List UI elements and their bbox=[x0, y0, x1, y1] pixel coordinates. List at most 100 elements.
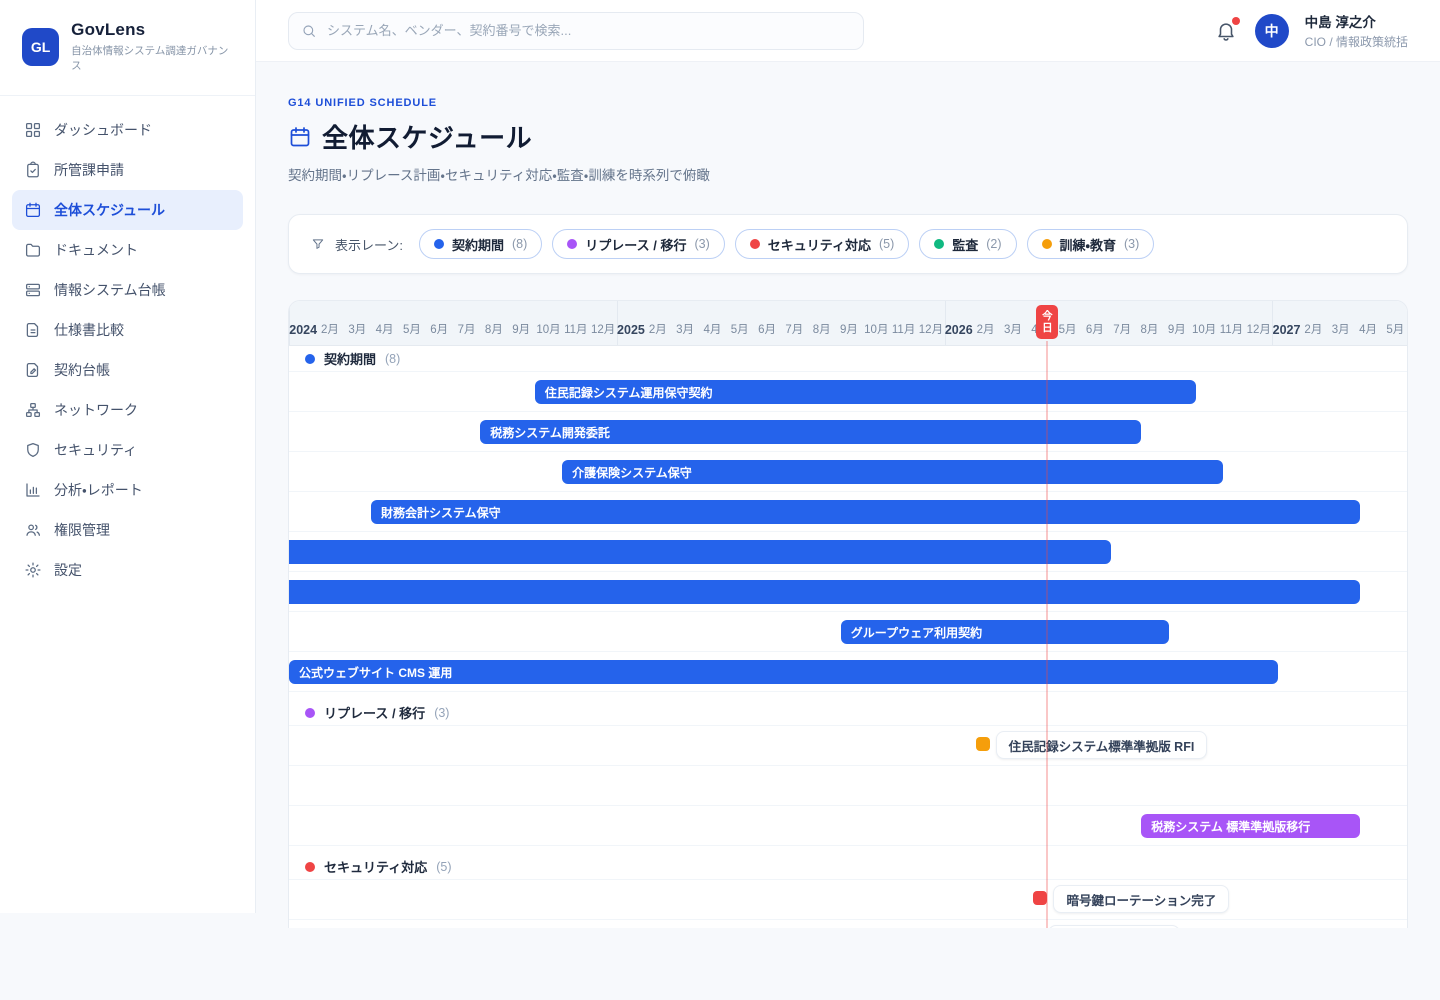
gantt-bar[interactable] bbox=[288, 540, 1111, 564]
axis-month-label: 4月 bbox=[1354, 300, 1381, 345]
today-line bbox=[1046, 341, 1048, 928]
lane-header: セキュリティ対応(5) bbox=[289, 846, 1408, 880]
gantt-bar-label: 公式ウェブサイト CMS 運用 bbox=[289, 664, 462, 681]
axis-month-label: 9月 bbox=[1163, 300, 1190, 345]
lane-color-dot bbox=[1042, 239, 1052, 249]
gantt-bar[interactable]: 介護保険システム保守 bbox=[562, 460, 1223, 484]
file-text-icon bbox=[24, 321, 42, 339]
lane-chip-contract[interactable]: 契約期間(8) bbox=[419, 229, 542, 259]
global-search bbox=[288, 12, 864, 50]
axis-month-label: 12月 bbox=[589, 300, 616, 345]
sidebar-item-label: 所管課申請 bbox=[54, 160, 124, 180]
calendar-icon bbox=[24, 201, 42, 219]
lane-name: セキュリティ対応 bbox=[324, 857, 427, 876]
lane-color-dot bbox=[934, 239, 944, 249]
sidebar-item-security[interactable]: セキュリティ bbox=[12, 430, 243, 470]
lane-color-dot bbox=[305, 862, 315, 872]
axis-month-label: 11月 bbox=[890, 300, 917, 345]
axis-month-label: 8月 bbox=[808, 300, 835, 345]
gantt-row: 介護保険システム保守 bbox=[289, 452, 1408, 492]
notifications-button[interactable] bbox=[1215, 19, 1239, 43]
milestone-label[interactable] bbox=[1048, 925, 1180, 928]
filter-label: 表示レーン: bbox=[335, 235, 403, 254]
axis-month-label: 3月 bbox=[671, 300, 698, 345]
axis-month-label: 7月 bbox=[1109, 300, 1136, 345]
lane-chip-security[interactable]: セキュリティ対応(5) bbox=[735, 229, 910, 259]
lane-chip-count: (2) bbox=[986, 237, 1001, 251]
folder-icon bbox=[24, 241, 42, 259]
clipboard-check-icon bbox=[24, 161, 42, 179]
sidebar-item-system-ledger[interactable]: 情報システム台帳 bbox=[12, 270, 243, 310]
axis-month-label: 10月 bbox=[535, 300, 562, 345]
lane-chip-replace[interactable]: リプレース / 移行(3) bbox=[552, 229, 724, 259]
gantt-row bbox=[289, 766, 1408, 806]
sidebar-item-requests[interactable]: 所管課申請 bbox=[12, 150, 243, 190]
sidebar-item-permissions[interactable]: 権限管理 bbox=[12, 510, 243, 550]
gantt-bar-label: 財務会計システム保守 bbox=[371, 504, 511, 521]
gantt-lane-1: リプレース / 移行 (3) 住民記録システム標準準拠版 RFI 税務システム 標準準… bbox=[289, 692, 1408, 846]
gantt-bar[interactable]: 税務システム開発委託 bbox=[480, 420, 1141, 444]
gantt-bar[interactable] bbox=[288, 580, 1360, 604]
axis-month-label: 8月 bbox=[480, 300, 507, 345]
milestone-label[interactable]: 暗号鍵ローテーション完了 bbox=[1053, 885, 1229, 913]
lane-header: 契約期間(8) bbox=[289, 346, 1408, 372]
milestone-label[interactable]: 住民記録システム標準準拠版 RFI bbox=[996, 731, 1208, 759]
gantt-bar[interactable]: 税務システム 標準準拠版移行 bbox=[1141, 814, 1360, 838]
gantt-bar[interactable]: 住民記録システム運用保守契約 bbox=[535, 380, 1196, 404]
sidebar-item-label: ドキュメント bbox=[54, 240, 138, 260]
brand-name: GovLens bbox=[71, 20, 235, 40]
lane-chip-audit[interactable]: 監査 (2) bbox=[919, 229, 1016, 259]
lane-name: リプレース / 移行 bbox=[324, 703, 425, 722]
main-content: G14 UNIFIED SCHEDULE 全体スケジュール 契約期間・リプレース… bbox=[256, 62, 1440, 928]
sidebar-item-network[interactable]: ネットワーク bbox=[12, 390, 243, 430]
page-head: G14 UNIFIED SCHEDULE 全体スケジュール 契約期間・リプレース… bbox=[256, 62, 1440, 184]
milestone-marker[interactable] bbox=[976, 737, 990, 751]
gantt-bar[interactable]: グループウェア利用契約 bbox=[841, 620, 1169, 644]
sidebar-item-spec-compare[interactable]: 仕様書比較 bbox=[12, 310, 243, 350]
search-input[interactable] bbox=[288, 12, 864, 50]
axis-month-label: 9月 bbox=[835, 300, 862, 345]
brand: GL GovLens 自治体情報システム調達ガバナンス bbox=[0, 0, 255, 96]
lane-count: (3) bbox=[434, 706, 449, 720]
sidebar-item-label: 権限管理 bbox=[54, 520, 110, 540]
gantt-bar-label: 介護保険システム保守 bbox=[562, 464, 702, 481]
lane-chip-count: (5) bbox=[879, 237, 894, 251]
sidebar-item-schedule[interactable]: 全体スケジュール bbox=[12, 190, 243, 230]
lane-chip-count: (3) bbox=[1124, 237, 1139, 251]
lane-count: (8) bbox=[385, 352, 400, 366]
axis-month-label: 9月 bbox=[508, 300, 535, 345]
sidebar-item-label: 契約台帳 bbox=[54, 360, 110, 380]
axis-month-label: 6月 bbox=[1081, 300, 1108, 345]
sidebar-item-documents[interactable]: ドキュメント bbox=[12, 230, 243, 270]
lane-chip-count: (3) bbox=[694, 237, 709, 251]
sidebar-item-dashboard[interactable]: ダッシュボード bbox=[12, 110, 243, 150]
timeline-axis: 20242月3月4月5月6月7月8月9月10月11月12月20252月3月4月5… bbox=[289, 301, 1408, 346]
gantt-bar[interactable]: 財務会計システム保守 bbox=[371, 500, 1360, 524]
axis-month-label: 7月 bbox=[781, 300, 808, 345]
sidebar-item-settings[interactable]: 設定 bbox=[12, 550, 243, 590]
brand-logo: GL bbox=[22, 28, 59, 66]
lane-chip-label: 監査 bbox=[952, 235, 978, 254]
sidebar-item-label: 情報システム台帳 bbox=[54, 280, 166, 300]
axis-year-label: 2026 bbox=[945, 300, 972, 345]
axis-month-label: 10月 bbox=[1190, 300, 1217, 345]
page-subtitle: 契約期間・リプレース計画・セキュリティ対応・監査・訓練を時系列で俯瞰 bbox=[288, 164, 1440, 184]
axis-month-label: 5月 bbox=[398, 300, 425, 345]
gantt-bar-label: グループウェア利用契約 bbox=[841, 624, 992, 641]
gantt-bar-label: 税務システム開発委託 bbox=[480, 424, 620, 441]
gantt-bar-label: 税務システム 標準準拠版移行 bbox=[1141, 818, 1320, 835]
sidebar-item-contract-ledger[interactable]: 契約台帳 bbox=[12, 350, 243, 390]
lane-chip-training[interactable]: 訓練・教育(3) bbox=[1027, 229, 1155, 259]
sidebar-item-analytics[interactable]: 分析・レポート bbox=[12, 470, 243, 510]
gantt-row: 公式ウェブサイト CMS 運用 bbox=[289, 652, 1408, 692]
sidebar-item-label: ダッシュボード bbox=[54, 120, 152, 140]
user-name: 中島 淳之介 bbox=[1305, 11, 1408, 31]
avatar[interactable]: 中 bbox=[1255, 14, 1289, 48]
axis-month-label: 10月 bbox=[863, 300, 890, 345]
gantt-bar[interactable]: 公式ウェブサイト CMS 運用 bbox=[289, 660, 1278, 684]
network-icon bbox=[24, 401, 42, 419]
lane-color-dot bbox=[305, 354, 315, 364]
axis-year-label: 2025 bbox=[617, 300, 644, 345]
page-title: 全体スケジュール bbox=[322, 118, 532, 155]
axis-month-label: 4月 bbox=[699, 300, 726, 345]
